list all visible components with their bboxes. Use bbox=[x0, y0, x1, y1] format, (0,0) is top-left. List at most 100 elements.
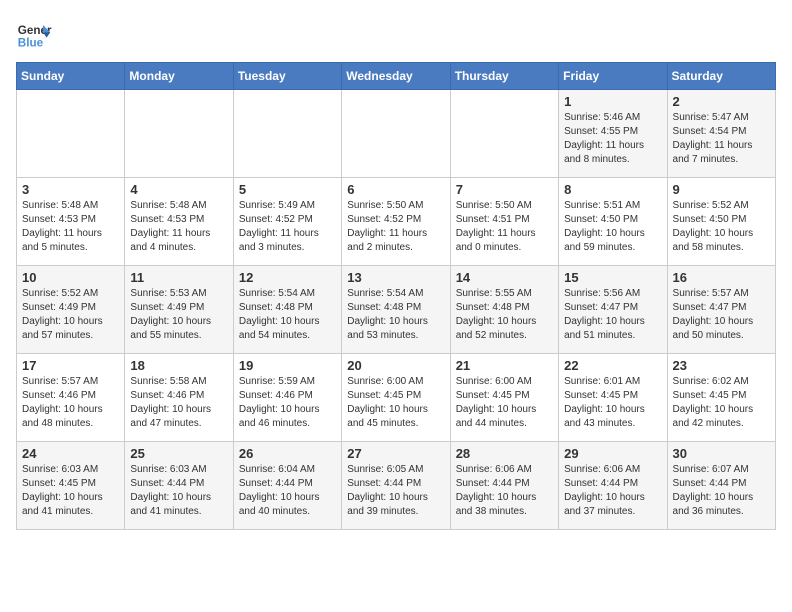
calendar-day-cell bbox=[450, 90, 558, 178]
day-number: 7 bbox=[456, 182, 553, 197]
day-info: Sunrise: 5:46 AM Sunset: 4:55 PM Dayligh… bbox=[564, 111, 661, 167]
day-of-week-header: Friday bbox=[559, 63, 667, 90]
calendar-day-cell: 17 Sunrise: 5:57 AM Sunset: 4:46 PM Dayli… bbox=[17, 354, 125, 442]
calendar-day-cell: 4 Sunrise: 5:48 AM Sunset: 4:53 PM Daylig… bbox=[125, 178, 233, 266]
calendar-day-cell: 19 Sunrise: 5:59 AM Sunset: 4:46 PM Dayli… bbox=[233, 354, 341, 442]
day-info: Sunrise: 5:47 AM Sunset: 4:54 PM Dayligh… bbox=[673, 111, 770, 167]
day-info: Sunrise: 6:04 AM Sunset: 4:44 PM Dayligh… bbox=[239, 463, 336, 519]
calendar-day-cell: 1 Sunrise: 5:46 AM Sunset: 4:55 PM Daylig… bbox=[559, 90, 667, 178]
day-of-week-header: Tuesday bbox=[233, 63, 341, 90]
day-number: 9 bbox=[673, 182, 770, 197]
calendar-day-cell: 15Sunrise: 5:56 AM Sunset: 4:47 PM Dayli… bbox=[559, 266, 667, 354]
calendar-day-cell: 20 Sunrise: 6:00 AM Sunset: 4:45 PM Dayli… bbox=[342, 354, 450, 442]
logo-icon: General Blue bbox=[16, 16, 52, 52]
calendar-day-cell: 26 Sunrise: 6:04 AM Sunset: 4:44 PM Dayli… bbox=[233, 442, 341, 530]
calendar-week-row: 1 Sunrise: 5:46 AM Sunset: 4:55 PM Daylig… bbox=[17, 90, 776, 178]
calendar-day-cell: 10Sunrise: 5:52 AM Sunset: 4:49 PM Dayli… bbox=[17, 266, 125, 354]
calendar-day-cell: 18 Sunrise: 5:58 AM Sunset: 4:46 PM Dayli… bbox=[125, 354, 233, 442]
day-number: 22 bbox=[564, 358, 661, 373]
day-of-week-header: Monday bbox=[125, 63, 233, 90]
day-number: 30 bbox=[673, 446, 770, 461]
day-info: Sunrise: 5:48 AM Sunset: 4:53 PM Dayligh… bbox=[130, 199, 227, 255]
day-number: 15 bbox=[564, 270, 661, 285]
day-number: 10 bbox=[22, 270, 119, 285]
day-info: Sunrise: 6:07 AM Sunset: 4:44 PM Dayligh… bbox=[673, 463, 770, 519]
calendar-day-cell: 23 Sunrise: 6:02 AM Sunset: 4:45 PM Dayli… bbox=[667, 354, 775, 442]
day-number: 1 bbox=[564, 94, 661, 109]
calendar-day-cell: 9 Sunrise: 5:52 AM Sunset: 4:50 PM Daylig… bbox=[667, 178, 775, 266]
day-number: 6 bbox=[347, 182, 444, 197]
day-info: Sunrise: 6:00 AM Sunset: 4:45 PM Dayligh… bbox=[456, 375, 553, 431]
day-number: 13 bbox=[347, 270, 444, 285]
day-number: 26 bbox=[239, 446, 336, 461]
day-number: 24 bbox=[22, 446, 119, 461]
calendar-day-cell: 5 Sunrise: 5:49 AM Sunset: 4:52 PM Daylig… bbox=[233, 178, 341, 266]
calendar-day-cell: 2Sunrise: 5:47 AM Sunset: 4:54 PM Daylig… bbox=[667, 90, 775, 178]
calendar-table: SundayMondayTuesdayWednesdayThursdayFrid… bbox=[16, 62, 776, 530]
svg-text:Blue: Blue bbox=[18, 37, 44, 50]
day-of-week-header: Thursday bbox=[450, 63, 558, 90]
calendar-day-cell: 13 Sunrise: 5:54 AM Sunset: 4:48 PM Dayli… bbox=[342, 266, 450, 354]
calendar-day-cell: 24Sunrise: 6:03 AM Sunset: 4:45 PM Dayli… bbox=[17, 442, 125, 530]
day-info: Sunrise: 6:00 AM Sunset: 4:45 PM Dayligh… bbox=[347, 375, 444, 431]
day-info: Sunrise: 6:01 AM Sunset: 4:45 PM Dayligh… bbox=[564, 375, 661, 431]
calendar-week-row: 17 Sunrise: 5:57 AM Sunset: 4:46 PM Dayli… bbox=[17, 354, 776, 442]
calendar-day-cell bbox=[342, 90, 450, 178]
day-number: 14 bbox=[456, 270, 553, 285]
day-of-week-header: Sunday bbox=[17, 63, 125, 90]
calendar-day-cell: 14 Sunrise: 5:55 AM Sunset: 4:48 PM Dayli… bbox=[450, 266, 558, 354]
day-number: 4 bbox=[130, 182, 227, 197]
day-info: Sunrise: 5:58 AM Sunset: 4:46 PM Dayligh… bbox=[130, 375, 227, 431]
calendar-day-cell: 21Sunrise: 6:00 AM Sunset: 4:45 PM Dayli… bbox=[450, 354, 558, 442]
day-info: Sunrise: 5:51 AM Sunset: 4:50 PM Dayligh… bbox=[564, 199, 661, 255]
calendar-day-cell: 29Sunrise: 6:06 AM Sunset: 4:44 PM Dayli… bbox=[559, 442, 667, 530]
day-info: Sunrise: 5:52 AM Sunset: 4:50 PM Dayligh… bbox=[673, 199, 770, 255]
day-info: Sunrise: 5:59 AM Sunset: 4:46 PM Dayligh… bbox=[239, 375, 336, 431]
day-info: Sunrise: 6:05 AM Sunset: 4:44 PM Dayligh… bbox=[347, 463, 444, 519]
day-number: 12 bbox=[239, 270, 336, 285]
day-info: Sunrise: 5:54 AM Sunset: 4:48 PM Dayligh… bbox=[239, 287, 336, 343]
calendar-day-cell: 3 Sunrise: 5:48 AM Sunset: 4:53 PM Daylig… bbox=[17, 178, 125, 266]
day-number: 28 bbox=[456, 446, 553, 461]
day-number: 8 bbox=[564, 182, 661, 197]
day-info: Sunrise: 6:03 AM Sunset: 4:44 PM Dayligh… bbox=[130, 463, 227, 519]
day-of-week-header: Saturday bbox=[667, 63, 775, 90]
day-info: Sunrise: 5:57 AM Sunset: 4:47 PM Dayligh… bbox=[673, 287, 770, 343]
calendar-day-cell bbox=[125, 90, 233, 178]
calendar-week-row: 10Sunrise: 5:52 AM Sunset: 4:49 PM Dayli… bbox=[17, 266, 776, 354]
day-number: 19 bbox=[239, 358, 336, 373]
day-info: Sunrise: 5:50 AM Sunset: 4:52 PM Dayligh… bbox=[347, 199, 444, 255]
calendar-day-cell: 6 Sunrise: 5:50 AM Sunset: 4:52 PM Daylig… bbox=[342, 178, 450, 266]
day-number: 11 bbox=[130, 270, 227, 285]
day-number: 25 bbox=[130, 446, 227, 461]
calendar-day-cell: 12 Sunrise: 5:54 AM Sunset: 4:48 PM Dayli… bbox=[233, 266, 341, 354]
calendar-day-cell: 16 Sunrise: 5:57 AM Sunset: 4:47 PM Dayli… bbox=[667, 266, 775, 354]
calendar-day-cell: 27 Sunrise: 6:05 AM Sunset: 4:44 PM Dayli… bbox=[342, 442, 450, 530]
day-info: Sunrise: 5:50 AM Sunset: 4:51 PM Dayligh… bbox=[456, 199, 553, 255]
day-number: 3 bbox=[22, 182, 119, 197]
day-info: Sunrise: 5:48 AM Sunset: 4:53 PM Dayligh… bbox=[22, 199, 119, 255]
day-of-week-header: Wednesday bbox=[342, 63, 450, 90]
day-number: 16 bbox=[673, 270, 770, 285]
day-number: 5 bbox=[239, 182, 336, 197]
day-info: Sunrise: 6:02 AM Sunset: 4:45 PM Dayligh… bbox=[673, 375, 770, 431]
day-info: Sunrise: 5:53 AM Sunset: 4:49 PM Dayligh… bbox=[130, 287, 227, 343]
calendar-week-row: 3 Sunrise: 5:48 AM Sunset: 4:53 PM Daylig… bbox=[17, 178, 776, 266]
day-number: 23 bbox=[673, 358, 770, 373]
calendar-day-cell bbox=[17, 90, 125, 178]
logo: General Blue bbox=[16, 16, 52, 52]
calendar-day-cell: 22 Sunrise: 6:01 AM Sunset: 4:45 PM Dayli… bbox=[559, 354, 667, 442]
calendar-header-row: SundayMondayTuesdayWednesdayThursdayFrid… bbox=[17, 63, 776, 90]
calendar-day-cell: 7 Sunrise: 5:50 AM Sunset: 4:51 PM Daylig… bbox=[450, 178, 558, 266]
calendar-day-cell: 30 Sunrise: 6:07 AM Sunset: 4:44 PM Dayli… bbox=[667, 442, 775, 530]
day-info: Sunrise: 5:54 AM Sunset: 4:48 PM Dayligh… bbox=[347, 287, 444, 343]
day-number: 18 bbox=[130, 358, 227, 373]
day-info: Sunrise: 5:55 AM Sunset: 4:48 PM Dayligh… bbox=[456, 287, 553, 343]
day-info: Sunrise: 6:06 AM Sunset: 4:44 PM Dayligh… bbox=[564, 463, 661, 519]
day-number: 27 bbox=[347, 446, 444, 461]
page-header: General Blue bbox=[16, 16, 776, 52]
day-number: 20 bbox=[347, 358, 444, 373]
day-number: 17 bbox=[22, 358, 119, 373]
day-info: Sunrise: 5:49 AM Sunset: 4:52 PM Dayligh… bbox=[239, 199, 336, 255]
day-info: Sunrise: 5:57 AM Sunset: 4:46 PM Dayligh… bbox=[22, 375, 119, 431]
